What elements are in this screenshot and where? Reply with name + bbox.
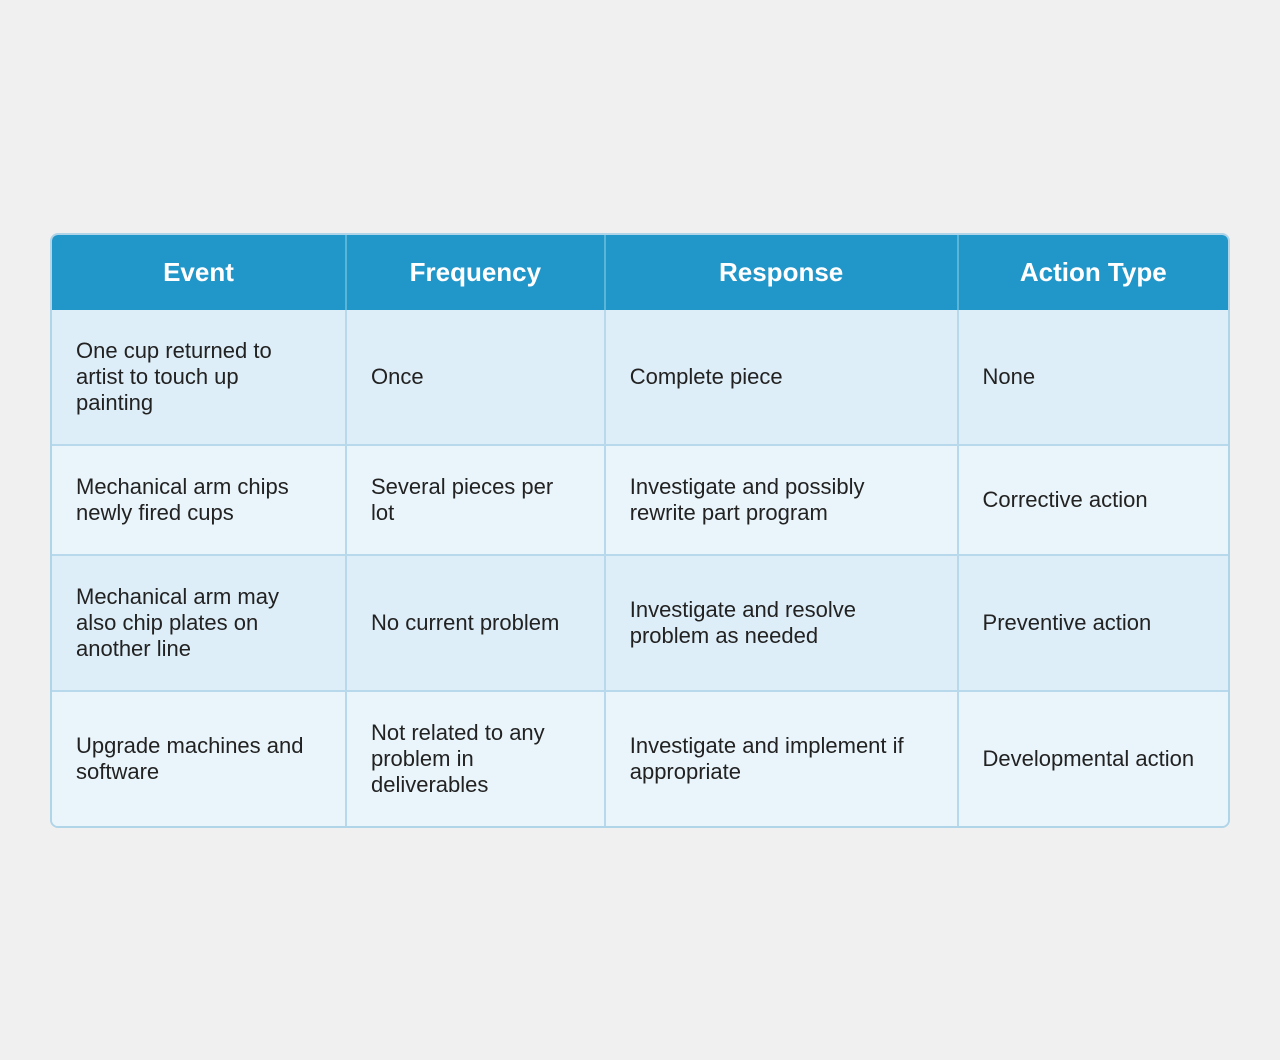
cell-event-1: Mechanical arm chips newly fired cups bbox=[52, 445, 346, 555]
header-event: Event bbox=[52, 235, 346, 310]
header-frequency: Frequency bbox=[346, 235, 605, 310]
cell-event-2: Mechanical arm may also chip plates on a… bbox=[52, 555, 346, 691]
cell-frequency-0: Once bbox=[346, 310, 605, 445]
table-row: Mechanical arm chips newly fired cupsSev… bbox=[52, 445, 1228, 555]
cell-action_type-1: Corrective action bbox=[958, 445, 1228, 555]
cell-response-1: Investigate and possibly rewrite part pr… bbox=[605, 445, 958, 555]
header-response: Response bbox=[605, 235, 958, 310]
cell-frequency-2: No current problem bbox=[346, 555, 605, 691]
cell-action_type-3: Developmental action bbox=[958, 691, 1228, 826]
table-row: One cup returned to artist to touch up p… bbox=[52, 310, 1228, 445]
header-action-type: Action Type bbox=[958, 235, 1228, 310]
cell-action_type-0: None bbox=[958, 310, 1228, 445]
table-row: Mechanical arm may also chip plates on a… bbox=[52, 555, 1228, 691]
table-row: Upgrade machines and softwareNot related… bbox=[52, 691, 1228, 826]
cell-response-0: Complete piece bbox=[605, 310, 958, 445]
cell-event-3: Upgrade machines and software bbox=[52, 691, 346, 826]
cell-action_type-2: Preventive action bbox=[958, 555, 1228, 691]
cell-event-0: One cup returned to artist to touch up p… bbox=[52, 310, 346, 445]
cell-frequency-3: Not related to any problem in deliverabl… bbox=[346, 691, 605, 826]
cell-frequency-1: Several pieces per lot bbox=[346, 445, 605, 555]
header-row: Event Frequency Response Action Type bbox=[52, 235, 1228, 310]
data-table: Event Frequency Response Action Type One… bbox=[52, 235, 1228, 826]
cell-response-3: Investigate and implement if appropriate bbox=[605, 691, 958, 826]
cell-response-2: Investigate and resolve problem as neede… bbox=[605, 555, 958, 691]
main-table-wrapper: Event Frequency Response Action Type One… bbox=[50, 233, 1230, 828]
